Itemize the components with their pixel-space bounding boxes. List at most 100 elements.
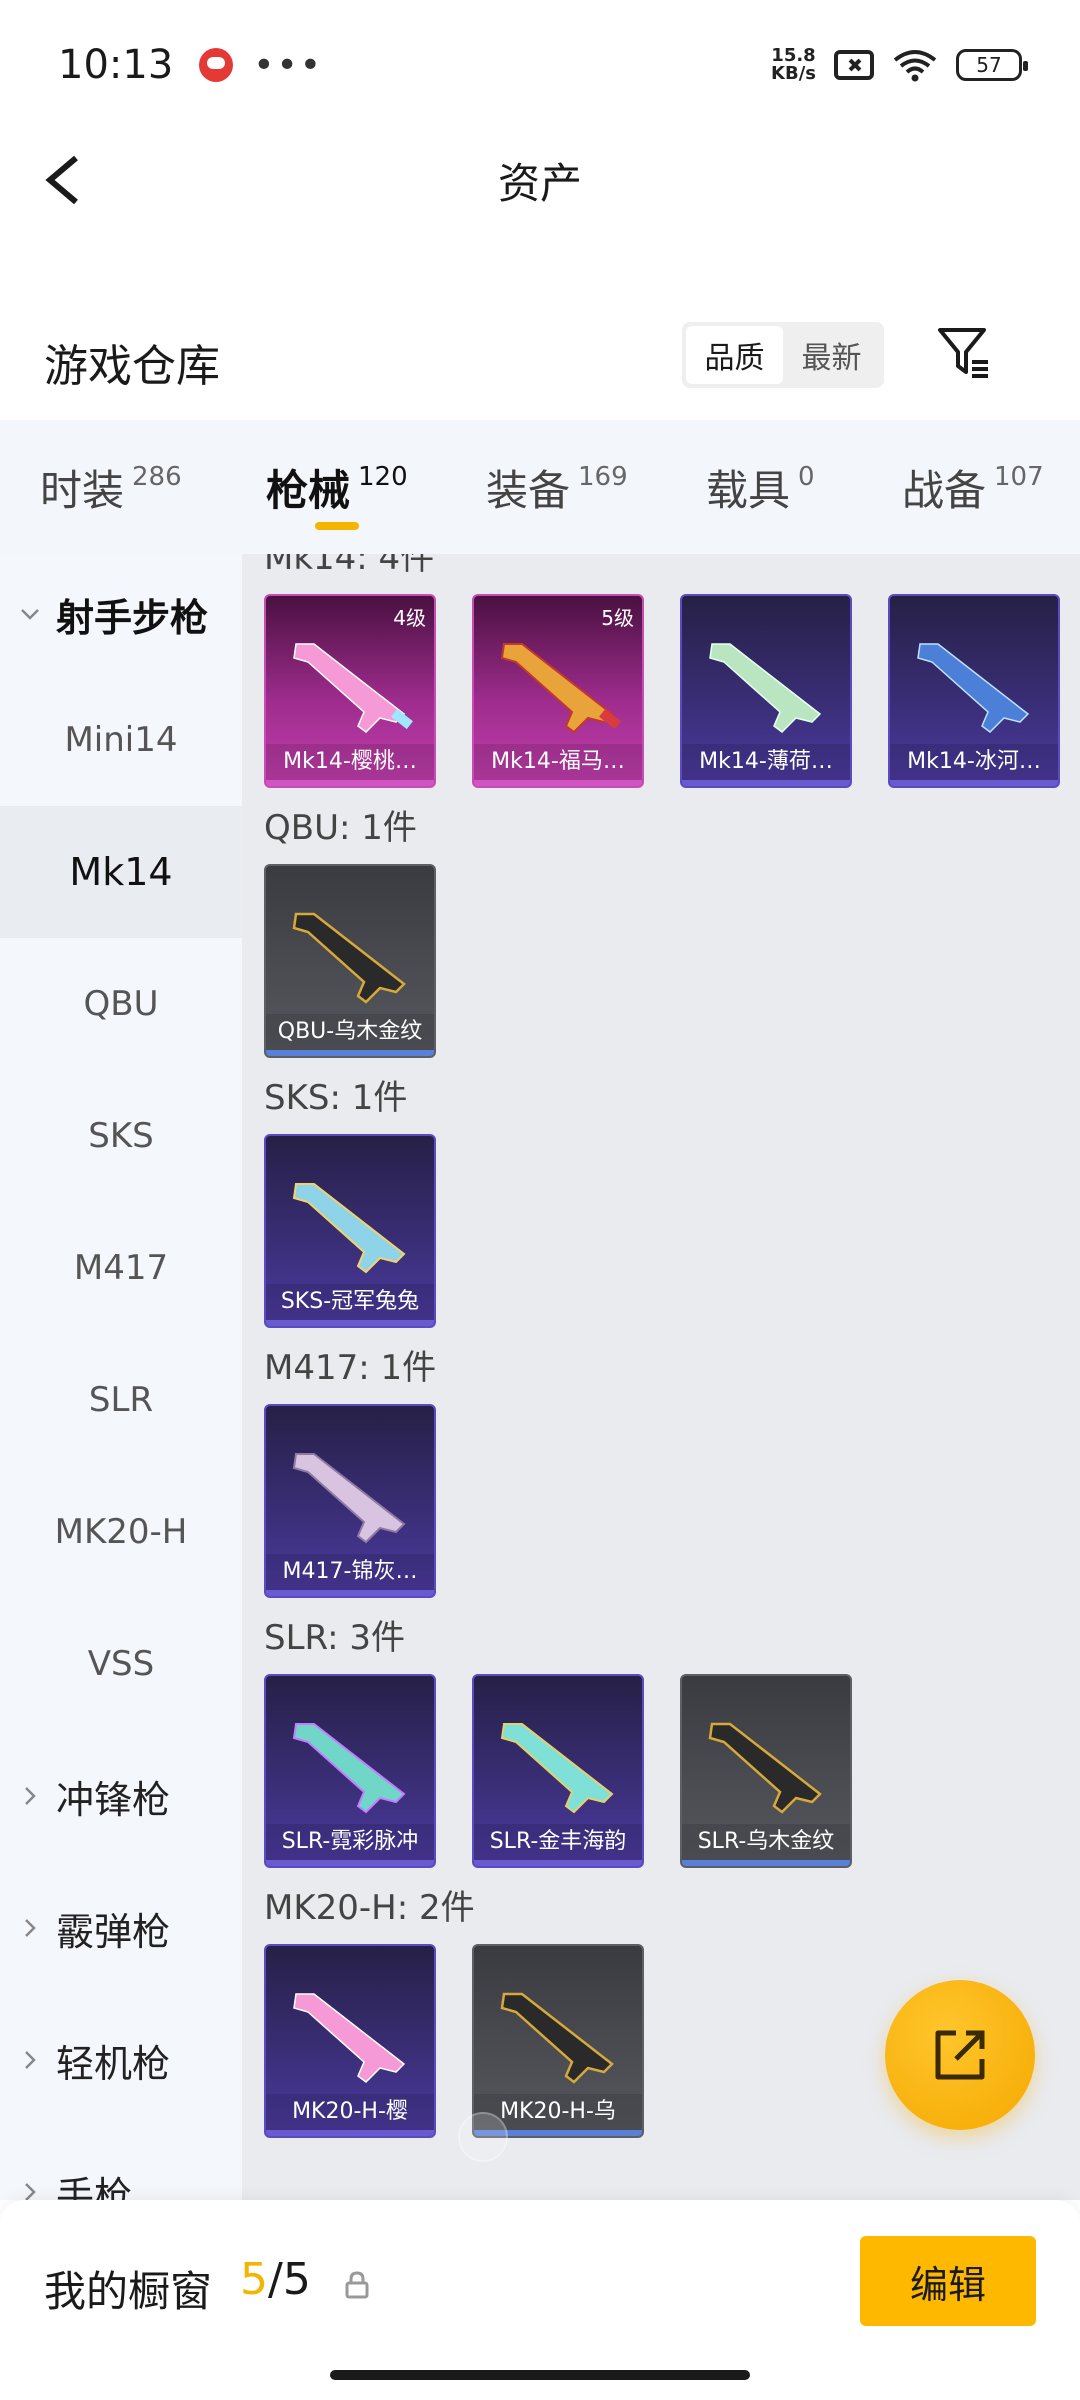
network-speed-unit: KB/s (771, 63, 816, 84)
rarity-bar (266, 1320, 434, 1326)
sidebar-item-mk14[interactable]: Mk14 (0, 806, 242, 938)
battery-indicator: 57 (956, 49, 1028, 81)
item-name: QBU-乌木金纹 (266, 1014, 434, 1050)
chevron-right-icon (25, 2183, 36, 2200)
rarity-bar (474, 780, 642, 786)
rifle-icon (709, 643, 822, 733)
weapon-grid: Mk14: 4件 4级 Mk14-樱桃… 5级 Mk14-福马… Mk14-薄荷… (242, 554, 1080, 2200)
section-title: Mk14: 4件 (264, 554, 435, 578)
sidebar-item-sks[interactable]: SKS (0, 1070, 242, 1202)
weapon-skin-card[interactable]: M417-锦灰… (264, 1404, 436, 1598)
chevron-right-icon (25, 1919, 36, 1937)
page-title: 资产 (497, 158, 582, 208)
showcase-count-separator: / (268, 2254, 283, 2305)
rarity-bar (266, 780, 434, 786)
tab-count: 107 (994, 462, 1044, 492)
weapon-skin-card[interactable]: MK20-H-樱 (264, 1944, 436, 2138)
weapon-skin-card[interactable]: 4级 Mk14-樱桃… (264, 594, 436, 788)
section-slr: SLR: 3件 SLR-霓彩脉冲 SLR-金丰海韵 SLR-乌木金纹 (242, 1612, 1080, 1868)
sidebar-group-label: 射手步枪 (56, 595, 209, 640)
app-notification-icon (199, 48, 234, 82)
tab-label: 战备 (902, 465, 987, 515)
section-title: QBU: 1件 (264, 808, 417, 848)
item-name: M417-锦灰… (266, 1554, 434, 1590)
tab-label: 时装 (40, 465, 125, 515)
sidebar-item-slr[interactable]: SLR (0, 1334, 242, 1466)
rarity-bar (266, 1590, 434, 1596)
rarity-bar (890, 780, 1058, 786)
rifle-icon (292, 1183, 406, 1274)
rarity-bar (682, 1860, 850, 1866)
weapon-skin-card[interactable]: 5级 Mk14-福马… (472, 594, 644, 788)
item-name: SLR-霓彩脉冲 (266, 1824, 434, 1860)
item-name: Mk14-福马… (474, 744, 642, 780)
chevron-down-icon (21, 609, 39, 620)
item-name: SKS-冠军兔兔 (266, 1284, 434, 1320)
weapon-skin-card[interactable]: Mk14-冰河… (888, 594, 1060, 788)
showcase-label: 我的橱窗 (44, 2267, 213, 2316)
more-notifications-icon: ••• (253, 44, 323, 86)
weapon-skin-card[interactable]: SLR-霓彩脉冲 (264, 1674, 436, 1868)
tab-equipment[interactable]: 装备 169 (486, 420, 628, 554)
tab-combat-gear[interactable]: 战备 107 (902, 420, 1044, 554)
sidebar-item-label: SLR (88, 1380, 154, 1420)
sidebar-item-vss[interactable]: VSS (0, 1598, 242, 1730)
home-indicator[interactable] (330, 2370, 750, 2380)
sidebar-group-marksman[interactable]: 射手步枪 (0, 554, 242, 674)
rifle-icon (292, 1723, 406, 1814)
showcase-count-current: 5 (240, 2254, 268, 2305)
rifle-icon (293, 643, 413, 733)
rifle-icon (500, 1992, 614, 2084)
section-qbu: QBU: 1件 QBU-乌木金纹 (242, 802, 1080, 1058)
active-tab-indicator (314, 522, 359, 530)
weapon-skin-card[interactable]: SLR-金丰海韵 (472, 1674, 644, 1868)
sidebar-group-shotgun[interactable]: 霰弹枪 (0, 1862, 242, 1994)
sidebar-item-label: MK20-H (54, 1512, 188, 1552)
battery-level: 57 (976, 53, 1002, 77)
warehouse-toolbar: 游戏仓库 品质 最新 (0, 300, 1080, 410)
sort-quality-option[interactable]: 品质 (686, 326, 783, 384)
sidebar-group-smg[interactable]: 冲锋枪 (0, 1730, 242, 1862)
wifi-icon (893, 50, 937, 82)
tab-fashion[interactable]: 时装 286 (40, 420, 182, 554)
showcase-count-max: 5 (282, 2254, 311, 2305)
tab-label: 载具 (706, 465, 791, 515)
weapon-skin-card[interactable]: Mk14-薄荷… (680, 594, 852, 788)
sidebar-item-qbu[interactable]: QBU (0, 938, 242, 1070)
sort-newest-option[interactable]: 最新 (783, 326, 880, 384)
warehouse-title: 游戏仓库 (44, 341, 220, 392)
sidebar-group-pistol[interactable]: 手枪 (0, 2126, 242, 2200)
rarity-bar (266, 1860, 434, 1866)
tab-vehicles[interactable]: 载具 0 (706, 420, 815, 554)
weapon-skin-card[interactable]: SLR-乌木金纹 (680, 1674, 852, 1868)
item-name: Mk14-薄荷… (682, 744, 850, 780)
status-bar: 10:13 ••• 15.8 KB/s 57 (0, 0, 1080, 130)
weapon-skin-card[interactable]: MK20-H-乌 (472, 1944, 644, 2138)
sidebar-item-mini14[interactable]: Mini14 (0, 674, 242, 806)
back-button[interactable] (36, 150, 96, 210)
lock-icon (345, 2271, 369, 2299)
section-title: SKS: 1件 (264, 1078, 408, 1118)
tab-label: 装备 (486, 465, 571, 515)
chevron-right-icon (25, 1787, 36, 1805)
weapon-skin-card[interactable]: SKS-冠军兔兔 (264, 1134, 436, 1328)
tab-firearms[interactable]: 枪械 120 (266, 420, 408, 554)
sidebar-group-label: 霰弹枪 (56, 1909, 171, 1954)
rifle-icon (292, 912, 406, 1004)
edit-button[interactable]: 编辑 (860, 2236, 1036, 2326)
sidebar-item-label: SKS (88, 1116, 154, 1156)
filter-icon[interactable] (934, 322, 994, 382)
sidebar-item-m417[interactable]: M417 (0, 1202, 242, 1334)
share-button[interactable] (885, 1980, 1035, 2130)
sidebar-item-mk20h[interactable]: MK20-H (0, 1466, 242, 1598)
rarity-bar (266, 2130, 434, 2136)
sidebar-item-label: QBU (83, 984, 159, 1024)
tab-label: 枪械 (266, 465, 351, 515)
rifle-icon (500, 643, 621, 734)
section-title: SLR: 3件 (264, 1618, 405, 1658)
sidebar-group-lmg[interactable]: 轻机枪 (0, 1994, 242, 2126)
tab-count: 0 (798, 462, 815, 492)
sort-toggle: 品质 最新 (682, 322, 884, 388)
weapon-skin-card[interactable]: QBU-乌木金纹 (264, 864, 436, 1058)
item-name: Mk14-冰河… (890, 744, 1058, 780)
